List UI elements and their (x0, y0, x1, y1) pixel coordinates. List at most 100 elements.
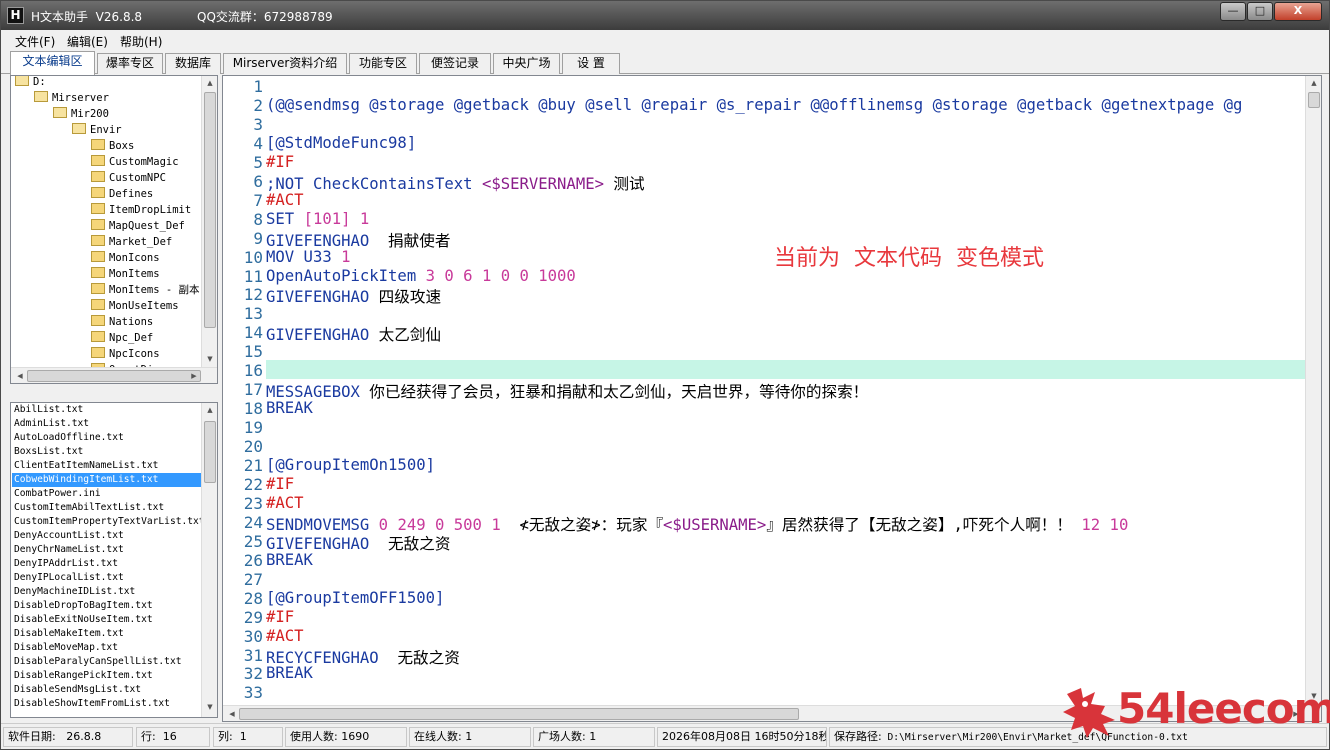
title-bar[interactable]: H H文本助手 V26.8.8 QQ交流群：672988789 — □ X (1, 1, 1329, 30)
tree-scroll-thumb[interactable] (204, 92, 216, 328)
file-list-item[interactable]: DenyIPAddrList.txt (12, 557, 202, 571)
tree-node[interactable]: Defines (91, 186, 153, 202)
editor-scroll-thumb[interactable] (1308, 92, 1320, 108)
code-line[interactable]: [@GroupItemOn1500] (266, 456, 435, 475)
file-list-item[interactable]: ClientEatItemNameList.txt (12, 459, 202, 473)
scroll-down-arrow-icon[interactable]: ▼ (203, 703, 217, 711)
menu-file[interactable]: 文件(F) (15, 33, 55, 50)
file-list-item[interactable]: AbilList.txt (12, 403, 202, 417)
tab-plaza[interactable]: 中央广场 (493, 53, 560, 74)
code-line[interactable]: MESSAGEBOX 你已经获得了会员，狂暴和捐献和太乙剑仙，天启世界，等待你的… (266, 380, 868, 401)
file-list-item[interactable]: DisableRangePickItem.txt (12, 669, 202, 683)
scroll-right-arrow-icon[interactable]: ▶ (187, 372, 201, 380)
file-list-item[interactable]: DisableMoveMap.txt (12, 641, 202, 655)
tree-node[interactable]: Envir (72, 122, 122, 138)
file-list-item[interactable]: DisableMakeItem.txt (12, 627, 202, 641)
tab-features[interactable]: 功能专区 (349, 53, 417, 74)
file-list-item[interactable]: DenyMachineIDList.txt (12, 585, 202, 599)
code-line[interactable]: BREAK (266, 399, 313, 418)
file-list-item[interactable]: CombatPower.ini (12, 487, 202, 501)
code-line[interactable]: BREAK (266, 664, 313, 683)
tree-node[interactable]: Mir200 (53, 106, 109, 122)
folder-tree[interactable]: QuestDiaryNpcIconsNpc_DefNationsMonUseIt… (10, 75, 218, 384)
code-line[interactable]: SET [101] 1 (266, 210, 369, 229)
code-line[interactable]: GIVEFENGHAO 太乙剑仙 (266, 323, 441, 344)
minimize-button[interactable]: — (1220, 2, 1246, 21)
tree-node[interactable]: CustomNPC (91, 170, 166, 186)
tree-node[interactable]: Market_Def (91, 234, 172, 250)
code-line[interactable]: #IF (266, 608, 294, 627)
code-editor[interactable]: 1 2 3 4 5 6 7 8 9 10 11 12 13 14 15 16 17 18 19 20 21 22 23 24 2… (222, 75, 1322, 722)
file-list-item[interactable]: DenyChrNameList.txt (12, 543, 202, 557)
tree-node[interactable]: ItemDropLimit (91, 202, 191, 218)
tree-node[interactable]: CustomMagic (91, 154, 179, 170)
file-list-item[interactable]: DenyAccountList.txt (12, 529, 202, 543)
code-line[interactable]: SENDMOVEMSG 0 249 0 500 1 ≮无敌之姿≯：玩家『<$US… (266, 513, 1128, 534)
scroll-up-arrow-icon[interactable]: ▲ (203, 79, 217, 87)
code-line[interactable]: #IF (266, 153, 294, 172)
scroll-up-arrow-icon[interactable]: ▲ (203, 406, 217, 414)
code-line[interactable]: #ACT (266, 627, 304, 646)
file-list-item[interactable]: DenyIPLocalList.txt (12, 571, 202, 585)
status-path-label: 保存路径: (834, 730, 882, 743)
tree-node[interactable]: Nations (91, 314, 153, 330)
tab-mirserver-info[interactable]: Mirserver资料介绍 (223, 53, 347, 74)
file-list-item[interactable]: DisableExitNoUseItem.txt (12, 613, 202, 627)
tree-node[interactable]: MonUseItems (91, 298, 179, 314)
scroll-up-arrow-icon[interactable]: ▲ (1307, 79, 1321, 87)
tree-node[interactable]: Boxs (91, 138, 134, 154)
scroll-down-arrow-icon[interactable]: ▼ (203, 355, 217, 363)
maximize-button[interactable]: □ (1247, 2, 1273, 21)
file-list-item[interactable]: CustomItemPropertyTextVarList.txt (12, 515, 202, 529)
file-list-item[interactable]: AutoLoadOffline.txt (12, 431, 202, 445)
code-line[interactable]: OpenAutoPickItem 3 0 6 1 0 0 1000 (266, 267, 576, 286)
file-list-item[interactable]: BoxsList.txt (12, 445, 202, 459)
tree-node[interactable]: NpcIcons (91, 346, 160, 362)
file-list-item[interactable]: DisableDropToBagItem.txt (12, 599, 202, 613)
code-line[interactable]: #ACT (266, 191, 304, 210)
code-line[interactable]: (@@sendmsg @storage @getback @buy @sell … (266, 96, 1242, 115)
code-line[interactable]: RECYCFENGHAO 无敌之资 (266, 646, 460, 667)
tab-settings[interactable]: 设 置 (562, 53, 620, 74)
tab-drop-rate[interactable]: 爆率专区 (97, 53, 163, 74)
file-list-item[interactable]: CustomItemAbilTextList.txt (12, 501, 202, 515)
menu-edit[interactable]: 编辑(E) (67, 33, 108, 50)
tree-hscroll-thumb[interactable] (27, 370, 201, 382)
code-line[interactable]: GIVEFENGHAO 捐献使者 (266, 229, 450, 250)
code-line[interactable]: MOV U33 1 (266, 248, 351, 267)
code-line[interactable]: ;NOT CheckContainsText <$SERVERNAME> 测试 (266, 172, 645, 193)
file-list-item[interactable]: CobwebWindingItemList.txt (12, 473, 202, 487)
tree-vertical-scrollbar[interactable]: ▲ ▼ (201, 76, 217, 367)
file-list-item[interactable]: DisableParalyCanSpellList.txt (12, 655, 202, 669)
editor-vertical-scrollbar[interactable]: ▲ ▼ (1305, 76, 1321, 705)
code-line[interactable]: #IF (266, 475, 294, 494)
tab-notes[interactable]: 便签记录 (419, 53, 491, 74)
tree-horizontal-scrollbar[interactable]: ◀ ▶ (11, 367, 217, 383)
tree-node[interactable]: MonItems (91, 266, 160, 282)
code-line[interactable]: GIVEFENGHAO 四级攻速 (266, 285, 441, 306)
tree-node[interactable]: MonItems - 副本 (91, 282, 200, 298)
file-list-item[interactable]: DisableSendMsgList.txt (12, 683, 202, 697)
editor-hscroll-thumb[interactable] (239, 708, 799, 720)
code-line[interactable]: GIVEFENGHAO 无敌之资 (266, 532, 450, 553)
file-list-scrollbar[interactable]: ▲ ▼ (201, 403, 217, 717)
menu-help[interactable]: 帮助(H) (120, 33, 162, 50)
file-list[interactable]: DisableShowItemFromList.txt DisableSendMs… (10, 402, 218, 718)
file-list-scroll-thumb[interactable] (204, 421, 216, 483)
tree-node[interactable]: Npc_Def (91, 330, 153, 346)
scroll-left-arrow-icon[interactable]: ◀ (13, 372, 27, 380)
tab-text-editor[interactable]: 文本编辑区 (10, 51, 95, 75)
code-line[interactable]: [@StdModeFunc98] (266, 134, 416, 153)
close-button[interactable]: X (1274, 2, 1322, 21)
tree-node[interactable]: MonIcons (91, 250, 160, 266)
file-list-item[interactable]: AdminList.txt (12, 417, 202, 431)
tree-node[interactable]: Mirserver (34, 90, 109, 106)
tab-database[interactable]: 数据库 (165, 53, 221, 74)
tree-node[interactable]: MapQuest_Def (91, 218, 185, 234)
code-line[interactable]: #ACT (266, 494, 304, 513)
code-line[interactable]: BREAK (266, 551, 313, 570)
code-line[interactable]: [@GroupItemOFF1500] (266, 589, 444, 608)
file-list-item[interactable]: DisableShowItemFromList.txt (12, 697, 202, 711)
tree-node[interactable]: D: (15, 76, 46, 90)
scroll-left-arrow-icon[interactable]: ◀ (225, 710, 239, 718)
